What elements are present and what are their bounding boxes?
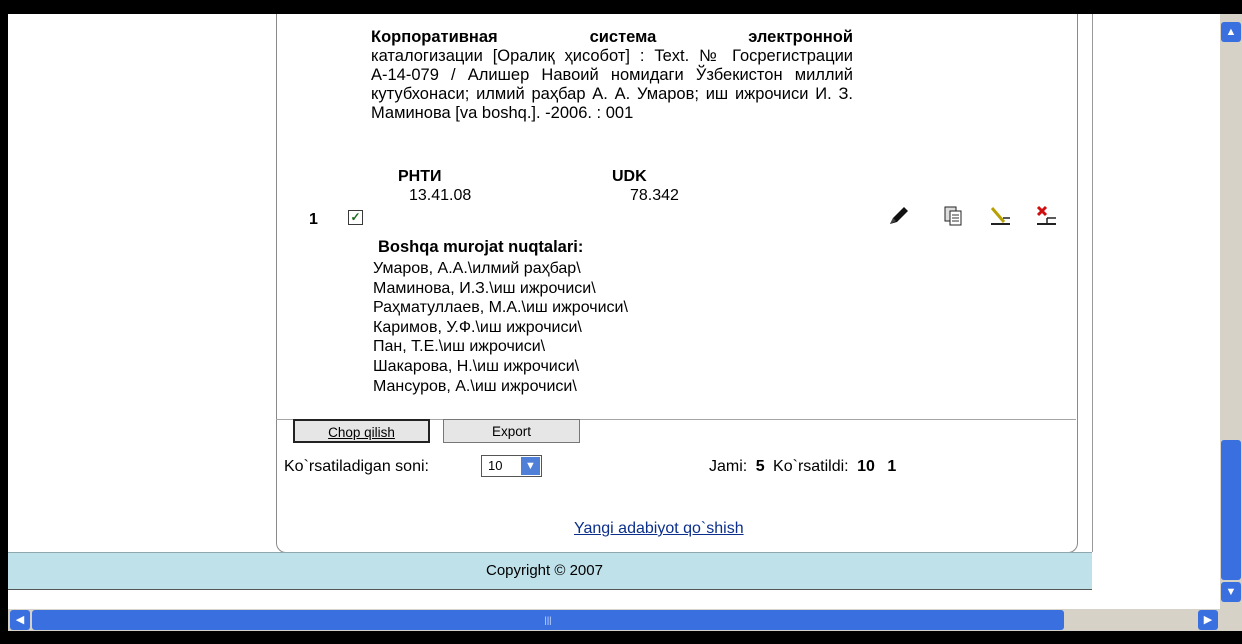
page-size-label: Ko`rsatiladigan soni:: [284, 458, 429, 475]
access-point-item: Каримов, У.Ф.\иш ижрочиси\: [373, 318, 582, 336]
access-point-item: Раҳматуллаев, М.А.\иш ижрочиси\: [373, 299, 628, 317]
shown-value: 10: [857, 458, 875, 475]
shown-label: Ko`rsatildi:: [773, 458, 849, 475]
right-divider: [1092, 14, 1093, 552]
copy-icon[interactable]: [940, 204, 966, 228]
scroll-left-icon[interactable]: ◀: [10, 610, 30, 630]
browser-viewport: Корпоративная система электронной катало…: [8, 14, 1220, 609]
access-points-list: Умаров, А.А.\илмий раҳбар\ Маминова, И.З…: [373, 259, 628, 396]
access-point-item: Мансуров, А.\иш ижрочиси\: [373, 377, 577, 395]
page-size-select[interactable]: 10 ▼: [481, 455, 542, 477]
scroll-up-icon[interactable]: ▲: [1221, 22, 1241, 42]
record-description: Корпоративная система электронной катало…: [371, 28, 853, 123]
rnti-value: 13.41.08: [409, 187, 472, 204]
edit-record-icon[interactable]: [988, 204, 1014, 228]
total-label: Jami:: [709, 458, 748, 475]
access-point-item: Пан, Т.Е.\иш ижрочиси\: [373, 338, 546, 356]
vertical-scrollbar[interactable]: ▲ ▼: [1220, 14, 1242, 609]
delete-record-icon[interactable]: [1034, 204, 1060, 228]
total-value: 5: [755, 458, 765, 475]
horizontal-scroll-thumb[interactable]: |||: [32, 610, 1064, 630]
scroll-down-icon[interactable]: ▼: [1221, 582, 1241, 602]
export-button[interactable]: Export: [443, 419, 580, 443]
horizontal-scrollbar[interactable]: ◀ ||| ▶: [8, 609, 1242, 631]
access-point-item: Умаров, А.А.\илмий раҳбар\: [373, 260, 581, 277]
totals-summary: Jami: 5 Ko`rsatildi: 10 1: [709, 458, 900, 476]
row-number: 1: [309, 211, 318, 228]
footer: Copyright © 2007: [8, 552, 1092, 590]
record-body: каталогизации [Оралиқ ҳисобот] : Text. №…: [371, 47, 853, 122]
access-point-item: Маминова, И.З.\иш ижрочиси\: [373, 279, 596, 297]
vertical-scroll-thumb[interactable]: [1221, 440, 1241, 580]
page-link[interactable]: 1: [887, 458, 896, 475]
rnti-label: РНТИ: [398, 168, 442, 185]
add-new-literature-link[interactable]: Yangi adabiyot qo`shish: [574, 520, 744, 538]
access-points-title: Boshqa murojat nuqtalari:: [378, 238, 584, 256]
page-size-value: 10: [488, 458, 503, 473]
record-checkbox[interactable]: ✓: [348, 210, 363, 225]
print-button[interactable]: Chop qilish: [293, 419, 430, 443]
access-point-item: Шакарова, Н.\иш ижрочиси\: [373, 357, 580, 375]
scroll-right-icon[interactable]: ▶: [1198, 610, 1218, 630]
udk-value: 78.342: [630, 187, 679, 204]
record-title: Корпоративная система электронной: [371, 28, 853, 46]
pencil-icon[interactable]: [886, 204, 912, 228]
copyright-text: Copyright © 2007: [486, 562, 603, 579]
udk-label: UDK: [612, 168, 647, 185]
chevron-down-icon[interactable]: ▼: [521, 457, 540, 475]
